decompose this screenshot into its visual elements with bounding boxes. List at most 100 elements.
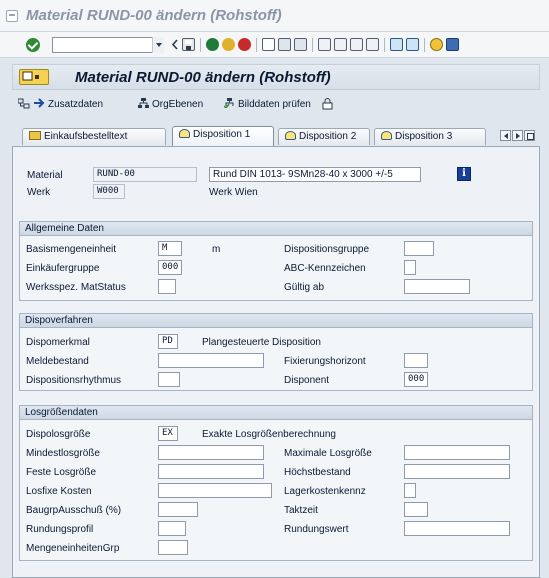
feste-losgroesse-field[interactable] [158, 464, 264, 479]
zusatzdaten-button[interactable]: Zusatzdaten [34, 98, 103, 110]
hierarchy-icon[interactable] [17, 98, 30, 112]
lock-icon[interactable] [322, 98, 333, 113]
toolbar-separator [424, 38, 425, 52]
window-title: Material RUND-00 ändern (Rohstoff) [26, 7, 282, 24]
standard-toolbar [0, 32, 549, 58]
tab-disposition-2[interactable]: Disposition 2 [278, 128, 370, 145]
baugrpausschuss-field[interactable] [158, 502, 198, 517]
title-bar: Material RUND-00 ändern (Rohstoff) [0, 0, 549, 32]
screen-title-bar: Material RUND-00 ändern (Rohstoff) [12, 64, 540, 90]
rundungsprofil-field[interactable] [158, 521, 186, 536]
check-screen-data-icon [223, 98, 235, 110]
toolbar-separator [312, 38, 313, 52]
dispositionsgruppe-field[interactable] [404, 241, 434, 256]
maximale-losgroesse-field[interactable] [404, 445, 510, 460]
tab-list-icon[interactable] [524, 130, 535, 141]
tab-disposition-1[interactable]: Disposition 1 [172, 126, 274, 146]
save-icon[interactable] [182, 38, 195, 51]
views-button[interactable] [19, 69, 49, 85]
rundungswert-label: Rundungswert [284, 524, 349, 535]
dispositionsrhythmus-field[interactable] [158, 372, 180, 387]
toolbar-separator [200, 38, 201, 52]
mengeneinheitengrp-field[interactable] [158, 540, 188, 555]
find-next-icon[interactable] [294, 38, 307, 51]
hoechstbestand-field[interactable] [404, 464, 510, 479]
einkaeufergruppe-field[interactable]: 000 [158, 260, 182, 275]
disponent-label: Disponent [284, 375, 330, 386]
previous-page-icon[interactable] [334, 38, 347, 51]
print-icon[interactable] [262, 38, 275, 51]
dispomerkmal-label: Dispomerkmal [26, 337, 90, 348]
abc-kennzeichen-field[interactable] [404, 260, 416, 275]
mindestlosgroesse-label: Mindestlosgröße [26, 448, 100, 459]
views-icon [22, 71, 39, 81]
window-menu-icon[interactable] [6, 10, 18, 22]
next-page-icon[interactable] [350, 38, 363, 51]
group-title: Allgemeine Daten [20, 222, 532, 236]
arrow-right-icon [34, 98, 45, 108]
basismengeneinheit-unit: m [212, 244, 221, 255]
taktzeit-field[interactable] [404, 502, 428, 517]
first-page-icon[interactable] [318, 38, 331, 51]
einkaeufergruppe-label: Einkäufergruppe [26, 263, 100, 274]
dispositionsgruppe-label: Dispositionsgruppe [284, 244, 370, 255]
meldebestand-field[interactable] [158, 353, 264, 368]
tab-status-icon [285, 131, 296, 140]
fixierungshorizont-label: Fixierungshorizont [284, 356, 366, 367]
tab-disposition-3[interactable]: Disposition 3 [374, 128, 486, 145]
info-icon[interactable]: i [457, 167, 471, 181]
losfixe-kosten-field[interactable] [158, 483, 272, 498]
exit-icon[interactable] [222, 38, 235, 51]
layout-menu-icon[interactable] [446, 38, 459, 51]
toolbar-separator [256, 38, 257, 52]
tab-strip: Einkaufsbestelltext Disposition 1 Dispos… [12, 126, 540, 146]
disponent-field[interactable]: 000 [404, 372, 428, 387]
material-label: Material [27, 170, 63, 181]
help-icon[interactable] [430, 38, 443, 51]
command-history-dropdown-icon[interactable] [152, 37, 164, 53]
back-icon[interactable] [206, 38, 219, 51]
basismengeneinheit-field[interactable]: M [158, 241, 182, 256]
material-field: RUND-00 [93, 167, 197, 182]
werk-label: Werk [27, 187, 51, 198]
tab-label: Einkaufsbestelltext [44, 131, 128, 142]
tab-scroll-left-icon[interactable] [500, 130, 511, 141]
shortcut-icon[interactable] [406, 38, 419, 51]
rundungsprofil-label: Rundungsprofil [26, 524, 94, 535]
tab-label: Disposition 1 [193, 129, 251, 140]
tab-status-icon [179, 129, 190, 138]
dispositionsrhythmus-label: Dispositionsrhythmus [26, 375, 122, 386]
lagerkostenkennz-field[interactable] [404, 483, 416, 498]
tab-status-icon [381, 131, 392, 140]
toolbar-separator [384, 38, 385, 52]
gueltig-ab-field[interactable] [404, 279, 470, 294]
meldebestand-label: Meldebestand [26, 356, 89, 367]
dispomerkmal-field[interactable]: PD [158, 334, 178, 349]
werk-field: W000 [93, 184, 125, 199]
orgebenen-button[interactable]: OrgEbenen [138, 98, 203, 110]
material-description-field[interactable]: Rund DIN 1013- 9SMn28-40 x 3000 +/-5 [209, 167, 421, 182]
enter-icon[interactable] [26, 38, 40, 52]
back-arrow-icon[interactable] [170, 38, 180, 51]
losfixe-kosten-label: Losfixe Kosten [26, 486, 92, 497]
cancel-icon[interactable] [238, 38, 251, 51]
find-icon[interactable] [278, 38, 291, 51]
tab-einkaufsbestelltext[interactable]: Einkaufsbestelltext [22, 128, 166, 145]
werksstatus-label: Werksspez. MatStatus [26, 282, 126, 293]
group-losgroessendaten: Losgrößendaten Dispolosgröße EX Exakte L… [19, 405, 533, 561]
rundungswert-field[interactable] [404, 521, 510, 536]
last-page-icon[interactable] [366, 38, 379, 51]
werk-description: Werk Wien [209, 187, 258, 198]
dispolosgroesse-label: Dispolosgröße [26, 429, 91, 440]
werksstatus-field[interactable] [158, 279, 176, 294]
command-field[interactable] [52, 37, 164, 53]
dispolosgroesse-field[interactable]: EX [158, 426, 178, 441]
bilddaten-pruefen-button[interactable]: Bilddaten prüfen [223, 98, 311, 110]
mindestlosgroesse-field[interactable] [158, 445, 264, 460]
new-session-icon[interactable] [390, 38, 403, 51]
fixierungshorizont-field[interactable] [404, 353, 428, 368]
tab-scroll-right-icon[interactable] [512, 130, 523, 141]
application-toolbar: Zusatzdaten OrgEbenen Bilddaten prüfen [12, 94, 540, 116]
maximale-losgroesse-label: Maximale Losgröße [284, 448, 372, 459]
group-title: Dispoverfahren [20, 314, 532, 328]
